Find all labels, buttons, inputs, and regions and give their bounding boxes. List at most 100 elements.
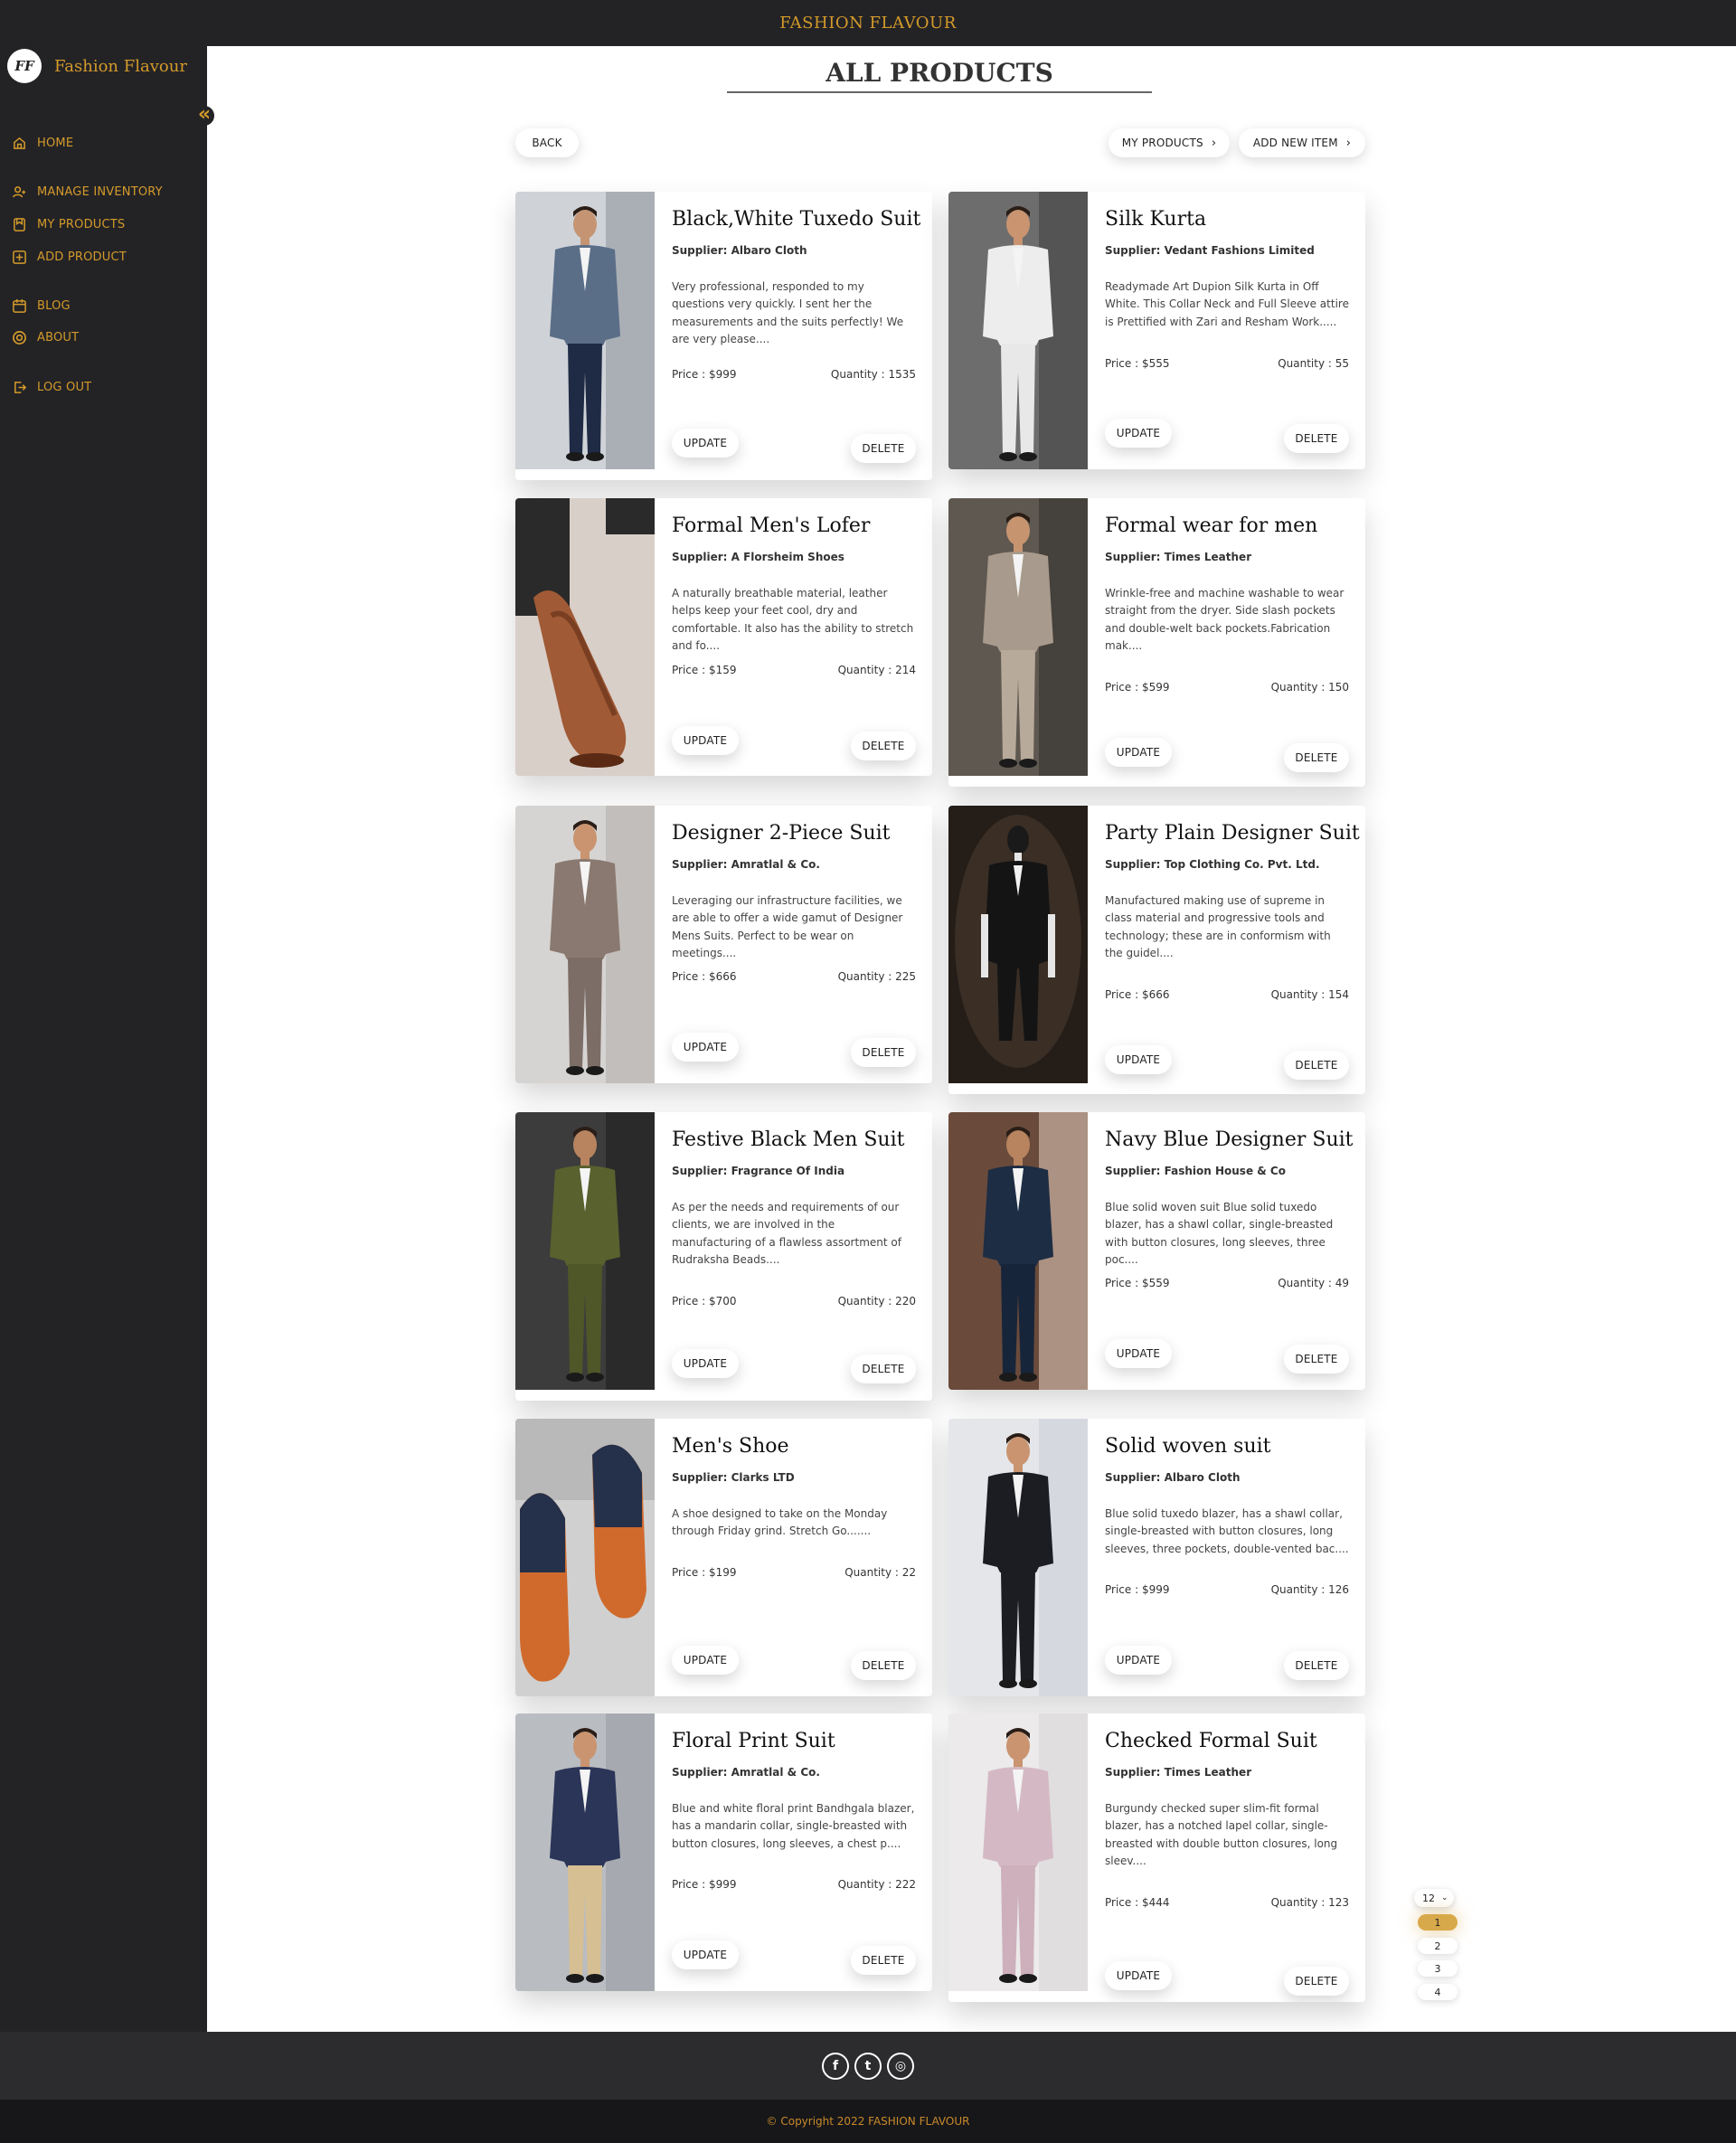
product-meta: Price : $599 Quantity : 150 — [1105, 681, 1349, 694]
product-image — [515, 498, 655, 776]
product-meta: Price : $559 Quantity : 49 — [1105, 1277, 1349, 1289]
page-number: 4 — [1434, 1986, 1441, 1998]
update-button[interactable]: UPDATE — [1105, 738, 1172, 767]
product-card: Designer 2-Piece Suit Supplier: Amratlal… — [515, 806, 932, 1083]
instagram-icon[interactable]: ◎ — [887, 2052, 914, 2080]
update-button[interactable]: UPDATE — [672, 726, 739, 755]
product-supplier: Supplier: Top Clothing Co. Pvt. Ltd. — [1105, 858, 1320, 871]
product-supplier: Supplier: Albaro Cloth — [1105, 1471, 1241, 1484]
update-button[interactable]: UPDATE — [672, 1940, 739, 1969]
update-button[interactable]: UPDATE — [672, 1646, 739, 1675]
twitter-icon[interactable]: t — [854, 2052, 882, 2080]
delete-button[interactable]: DELETE — [851, 1651, 916, 1680]
sidebar-item-blog[interactable]: BLOG — [12, 296, 71, 316]
add-new-item-button[interactable]: ADD NEW ITEM › — [1239, 128, 1365, 157]
bookmark-icon — [14, 217, 25, 231]
delete-button[interactable]: DELETE — [1284, 1651, 1349, 1680]
product-quantity: Quantity : 126 — [1270, 1583, 1349, 1596]
update-button[interactable]: UPDATE — [672, 1033, 739, 1062]
product-quantity: Quantity : 220 — [837, 1295, 916, 1308]
update-button[interactable]: UPDATE — [1105, 1045, 1172, 1074]
page-size-select[interactable]: 12 ⌄ — [1414, 1889, 1454, 1907]
delete-button[interactable]: DELETE — [851, 1355, 916, 1383]
update-button-label: UPDATE — [1116, 1347, 1161, 1360]
product-card: Navy Blue Designer Suit Supplier: Fashio… — [948, 1112, 1365, 1390]
app-title: FASHION FLAVOUR — [779, 14, 957, 33]
product-price: Price : $999 — [672, 368, 737, 381]
update-button-label: UPDATE — [1116, 1053, 1161, 1066]
delete-button[interactable]: DELETE — [1284, 1345, 1349, 1374]
delete-button[interactable]: DELETE — [851, 1038, 916, 1067]
page-button-1[interactable]: 1 — [1418, 1914, 1458, 1931]
sidebar-item-label: MY PRODUCTS — [37, 217, 126, 231]
product-image — [948, 1419, 1088, 1696]
product-description: Blue solid tuxedo blazer, has a shawl co… — [1105, 1507, 1349, 1555]
page-button-2[interactable]: 2 — [1418, 1938, 1458, 1954]
update-button[interactable]: UPDATE — [672, 1349, 739, 1378]
delete-button[interactable]: DELETE — [851, 1946, 916, 1975]
sidebar-item-my-products[interactable]: MY PRODUCTS — [12, 214, 125, 234]
chevron-right-icon: › — [1211, 136, 1217, 150]
page-title: ALL PRODUCTS — [826, 58, 1053, 88]
product-card: Formal wear for men Supplier: Times Leat… — [948, 498, 1365, 787]
product-supplier: Supplier: Albaro Cloth — [672, 244, 807, 257]
collapse-sidebar-icon[interactable]: « — [194, 105, 214, 126]
product-card: Floral Print Suit Supplier: Amratlal & C… — [515, 1713, 932, 1991]
product-name: Designer 2-Piece Suit — [672, 822, 891, 845]
product-quantity: Quantity : 1535 — [830, 368, 916, 381]
update-button[interactable]: UPDATE — [1105, 419, 1172, 448]
delete-button-label: DELETE — [1295, 1975, 1338, 1987]
update-button-label: UPDATE — [683, 1041, 728, 1053]
delete-button-label: DELETE — [1295, 1353, 1338, 1365]
brand[interactable]: FF Fashion Flavour — [7, 46, 187, 86]
back-button[interactable]: BACK — [515, 128, 579, 157]
sidebar-item-manage-inventory[interactable]: MANAGE INVENTORY — [12, 182, 163, 202]
sidebar-item-label: BLOG — [37, 298, 71, 313]
update-button[interactable]: UPDATE — [672, 429, 739, 458]
sidebar-item-add-product[interactable]: ADD PRODUCT — [12, 247, 127, 267]
product-meta: Price : $444 Quantity : 123 — [1105, 1896, 1349, 1909]
my-products-button[interactable]: MY PRODUCTS › — [1109, 128, 1230, 157]
copyright-bar: © Copyright 2022 FASHION FLAVOUR — [0, 2100, 1736, 2143]
product-quantity: Quantity : 150 — [1270, 681, 1349, 694]
delete-button[interactable]: DELETE — [851, 434, 916, 463]
product-price: Price : $999 — [672, 1878, 737, 1891]
update-button[interactable]: UPDATE — [1105, 1339, 1172, 1368]
delete-button[interactable]: DELETE — [1284, 424, 1349, 453]
product-image — [948, 1713, 1088, 1991]
sidebar: FF Fashion Flavour « HOME MANAGE INVENTO… — [0, 46, 214, 2032]
plus-square-icon — [13, 250, 26, 264]
product-price: Price : $199 — [672, 1566, 737, 1579]
product-card: Men's Shoe Supplier: Clarks LTD A shoe d… — [515, 1419, 932, 1696]
delete-button[interactable]: DELETE — [1284, 743, 1349, 772]
product-image — [948, 498, 1088, 776]
sidebar-item-home[interactable]: HOME — [12, 133, 73, 153]
product-description: Wrinkle-free and machine washable to wea… — [1105, 587, 1344, 652]
sidebar-item-about[interactable]: ABOUT — [12, 327, 79, 347]
product-supplier: Supplier: Times Leather — [1105, 1766, 1252, 1779]
page-button-3[interactable]: 3 — [1418, 1960, 1458, 1977]
product-supplier: Supplier: Vedant Fashions Limited — [1105, 244, 1315, 257]
delete-button[interactable]: DELETE — [851, 732, 916, 760]
delete-button-label: DELETE — [862, 1363, 905, 1375]
product-price: Price : $666 — [1105, 988, 1170, 1001]
delete-button[interactable]: DELETE — [1284, 1967, 1349, 1996]
product-image — [948, 806, 1088, 1083]
update-button-label: UPDATE — [683, 1949, 728, 1961]
page-number: 3 — [1434, 1962, 1441, 1975]
sidebar-item-log-out[interactable]: LOG OUT — [12, 377, 91, 397]
home-icon — [14, 137, 25, 149]
product-card-body: Checked Formal Suit Supplier: Times Leat… — [1105, 1713, 1349, 2002]
product-price: Price : $999 — [1105, 1583, 1170, 1596]
update-button[interactable]: UPDATE — [1105, 1646, 1172, 1675]
facebook-icon[interactable]: f — [822, 2052, 849, 2080]
update-button[interactable]: UPDATE — [1105, 1961, 1172, 1990]
update-button-label: UPDATE — [1116, 746, 1161, 759]
product-meta: Price : $700 Quantity : 220 — [672, 1295, 916, 1308]
product-price: Price : $599 — [1105, 681, 1170, 694]
product-supplier: Supplier: Amratlal & Co. — [672, 858, 820, 871]
page-button-4[interactable]: 4 — [1418, 1984, 1458, 2000]
product-image — [948, 1112, 1088, 1390]
delete-button[interactable]: DELETE — [1284, 1051, 1349, 1080]
users-icon — [13, 185, 26, 197]
